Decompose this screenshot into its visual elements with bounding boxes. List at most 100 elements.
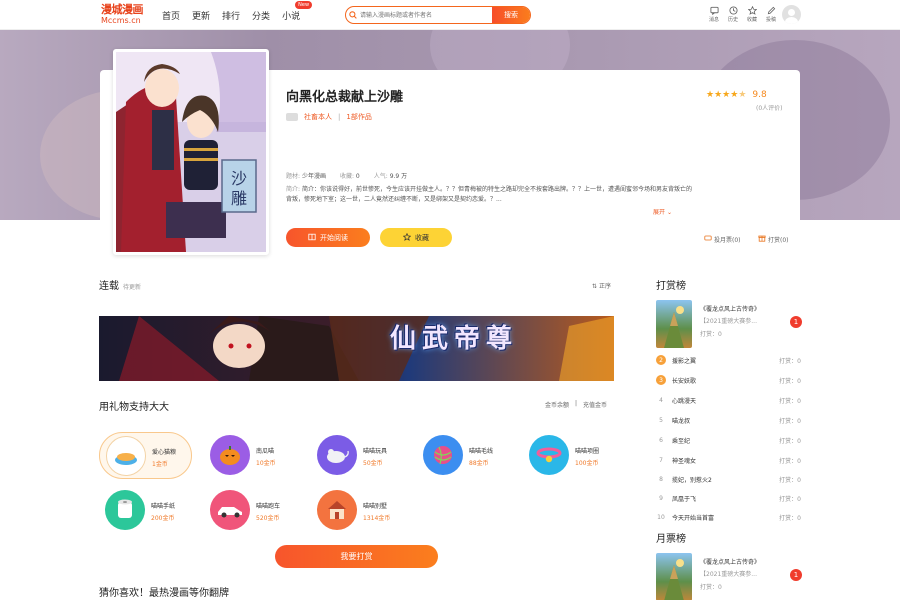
- vote-rank-feature[interactable]: 《覆龙点风上古传奇》 【2021重磅大赛参... 打赏：0 1: [656, 553, 802, 600]
- rank-title: 乘至纪: [672, 437, 691, 445]
- star-icon: ★: [730, 90, 739, 100]
- comic-intro: 简介: 简介：你该说得好，前世惨死，今生应该开挂做主人。？？但青梅被的特生之路却…: [286, 185, 692, 205]
- gift-price: 10金币: [256, 460, 276, 467]
- comic-title: 向黑化总裁献上沙雕: [286, 90, 404, 105]
- rating-count: (0人评价): [756, 105, 783, 112]
- intro-label: 简介:: [286, 186, 301, 193]
- car-icon: [210, 490, 250, 530]
- rank-title: 喵龙叔: [672, 417, 691, 425]
- feature-subtitle: 【2021重磅大赛参...: [700, 318, 757, 325]
- mouse-toy-icon: [317, 435, 357, 475]
- chapters-heading: 连载 待更新: [99, 277, 141, 292]
- search-input[interactable]: [360, 7, 492, 23]
- expand-intro-link[interactable]: 展开 ⌄: [653, 207, 672, 216]
- tool-message-label: 消息: [708, 17, 719, 23]
- user-avatar[interactable]: [782, 5, 801, 24]
- tool-submit-label: 投稿: [765, 17, 776, 23]
- gift-icon: [758, 234, 766, 244]
- collar-icon: [529, 435, 569, 475]
- gift-links-separator: |: [575, 400, 578, 407]
- tool-favorite[interactable]: 收藏: [746, 5, 758, 23]
- rank-count: 打赏：0: [779, 417, 801, 425]
- rank-number: 1: [790, 316, 802, 328]
- search-button[interactable]: 搜索: [492, 7, 530, 23]
- rank-number: 3: [656, 375, 666, 385]
- chapters-title: 连载: [99, 281, 119, 292]
- half-star-icon: ★: [738, 90, 747, 100]
- chapters-status: 待更新: [123, 284, 142, 291]
- nav-novel[interactable]: 小说 New: [282, 1, 313, 22]
- rank-row[interactable]: 4 心跳漫天 打赏：0: [656, 390, 801, 410]
- nav-update[interactable]: 更新: [192, 9, 210, 22]
- gift-name: 喵喵项圈: [575, 448, 600, 455]
- gift-name: 南瓜喵: [256, 448, 275, 455]
- submit-tip-button[interactable]: 我要打赏: [275, 545, 438, 568]
- start-reading-button[interactable]: 开始阅读: [286, 228, 370, 247]
- rank-row[interactable]: 10 今天开始当首富 打赏：0: [656, 507, 801, 527]
- gift-item[interactable]: 爱心猫粮 1金币: [99, 432, 192, 479]
- rank-row[interactable]: 7 神圣魂女 打赏：0: [656, 450, 801, 470]
- rank-row[interactable]: 8 揽妃，别惹火2 打赏：0: [656, 469, 801, 489]
- top-navbar: 漫城漫画 Mccms.cn 首页 更新 排行 分类 小说 New 搜索 消息 历史…: [0, 0, 900, 30]
- logo-domain: Mccms.cn: [101, 16, 141, 25]
- favorite-button[interactable]: 收藏: [380, 228, 452, 247]
- gift-price: 1314金币: [363, 515, 391, 522]
- author-works[interactable]: 1部作品: [346, 112, 371, 122]
- coin-balance-link[interactable]: 金币余额: [545, 400, 569, 409]
- gift-item[interactable]: 南瓜喵 10金币: [204, 432, 297, 479]
- feature-title: 《覆龙点风上古传奇》: [700, 306, 761, 313]
- gift-item[interactable]: 喵喵玩具 50金币: [311, 432, 404, 479]
- gift-price: 1金币: [152, 461, 168, 468]
- meta-pop-label: 人气:: [373, 173, 388, 180]
- gift-item[interactable]: 喵喵手纸 200金币: [99, 487, 192, 534]
- site-logo[interactable]: 漫城漫画 Mccms.cn: [101, 4, 147, 26]
- intro-text: 简介：你该说得好，前世惨死，今生应该开挂做主人。？？但青梅被的特生之路却完全不按…: [286, 186, 692, 203]
- gift-name: 喵喵玩具: [363, 448, 388, 455]
- tool-history[interactable]: 历史: [727, 5, 739, 23]
- rank-title: 揽妃，别惹火2: [672, 476, 712, 484]
- ticket-icon: [704, 234, 712, 244]
- tool-history-label: 历史: [727, 17, 738, 23]
- recharge-link[interactable]: 充值金币: [583, 400, 607, 409]
- gift-item[interactable]: 喵喵毛线 88金币: [417, 432, 510, 479]
- gift-links: 金币余额 | 充值金币: [545, 400, 607, 409]
- feature-cover: [656, 300, 692, 348]
- tool-message[interactable]: 消息: [708, 5, 720, 23]
- rank-number: 5: [659, 416, 663, 424]
- gift-item[interactable]: 喵喵项圈 100金币: [523, 432, 616, 479]
- pen-icon: [765, 5, 777, 16]
- rank-number: 2: [656, 355, 666, 365]
- nav-category[interactable]: 分类: [252, 9, 270, 22]
- rank-number: 7: [659, 456, 663, 464]
- rank-title: 神圣魂女: [672, 457, 697, 465]
- rank-row[interactable]: 9 凤凰于飞 打赏：0: [656, 488, 801, 508]
- rank-row[interactable]: 5 喵龙叔 打赏：0: [656, 410, 801, 430]
- rank-number: 4: [659, 396, 663, 404]
- nav-home[interactable]: 首页: [162, 9, 180, 22]
- promo-banner[interactable]: [99, 316, 614, 381]
- rank-number: 9: [659, 494, 663, 502]
- tool-submit[interactable]: 投稿: [765, 5, 777, 23]
- gift-name: 爱心猫粮: [152, 449, 177, 456]
- rank-count: 打赏：0: [779, 397, 801, 405]
- sort-order-toggle[interactable]: ⇅ 正序: [592, 281, 611, 290]
- author-name[interactable]: 社畜本人: [304, 112, 332, 122]
- nav-ranking[interactable]: 排行: [222, 9, 240, 22]
- gift-item[interactable]: 喵喵别墅 1314金币: [311, 487, 404, 534]
- rank-title: 今天开始当首富: [672, 514, 715, 522]
- gift-name: 喵喵跑车: [256, 503, 281, 510]
- rank-count: 打赏：0: [779, 514, 801, 522]
- tip-link[interactable]: 打赏(0): [758, 234, 789, 244]
- rank-count: 打赏：0: [779, 357, 801, 365]
- sort-icon: ⇅: [592, 283, 598, 290]
- rank-row[interactable]: 6 乘至纪 打赏：0: [656, 430, 801, 450]
- tip-rank-feature[interactable]: 《覆龙点风上古传奇》 【2021重磅大赛参... 打赏：0 1: [656, 300, 802, 348]
- user-tools: 消息 历史 收藏 投稿: [708, 5, 777, 23]
- gift-item[interactable]: 喵喵跑车 520金币: [204, 487, 297, 534]
- monthly-vote-link[interactable]: 投月票(0): [704, 234, 741, 244]
- comic-cover[interactable]: 沙 雕: [113, 49, 269, 255]
- feature-subtitle: 【2021重磅大赛参...: [700, 571, 757, 578]
- rank-row[interactable]: 2 援影之翼 打赏：0: [656, 350, 801, 370]
- cover-text-2: 雕: [231, 189, 247, 208]
- rank-row[interactable]: 3 长安妖歌 打赏：0: [656, 370, 801, 390]
